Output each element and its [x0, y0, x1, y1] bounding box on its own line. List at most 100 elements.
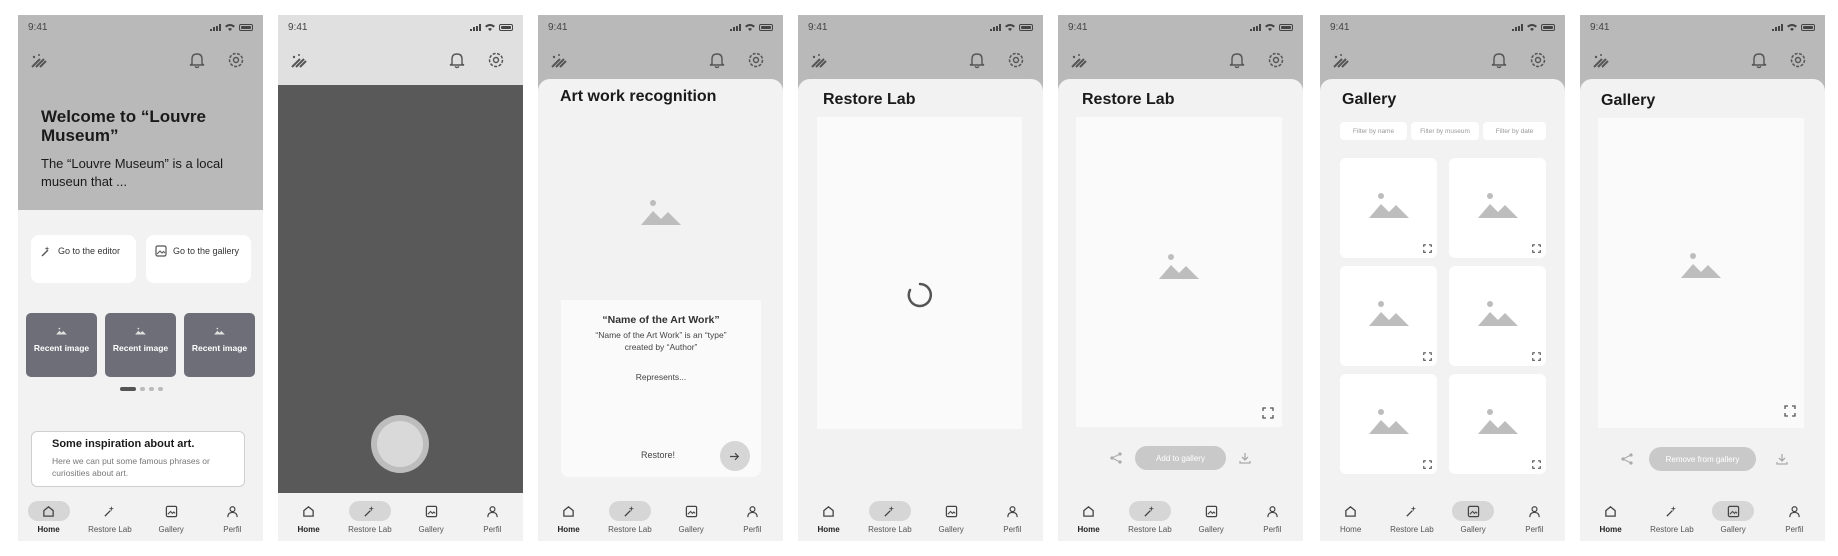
remove-from-gallery-button[interactable]: Remove from gallery [1649, 447, 1756, 471]
gear-icon[interactable] [1007, 51, 1025, 69]
nav-home[interactable]: Home [1582, 493, 1640, 541]
share-icon[interactable] [1621, 453, 1633, 465]
bell-icon[interactable] [1229, 51, 1245, 69]
bell-icon[interactable] [1491, 51, 1507, 69]
nav-home[interactable]: Home [540, 493, 598, 541]
gear-icon[interactable] [227, 51, 245, 69]
gallery-item[interactable] [1340, 266, 1437, 366]
status-bar: 9:41 [278, 15, 523, 39]
nav-profile[interactable]: Perfil [463, 493, 521, 541]
gallery-icon [150, 501, 192, 521]
expand-icon[interactable] [1423, 460, 1432, 469]
restore-label[interactable]: Restore! [641, 450, 675, 460]
nav-home[interactable]: Home [1060, 493, 1118, 541]
expand-icon[interactable] [1532, 244, 1541, 253]
nav-restore[interactable]: Restore Lab [601, 493, 659, 541]
nav-home[interactable]: Home [280, 493, 338, 541]
nav-gallery[interactable]: Gallery [922, 493, 980, 541]
nav-restore[interactable]: Restore Lab [1383, 493, 1441, 541]
expand-icon[interactable] [1262, 407, 1274, 419]
gallery-item[interactable] [1449, 158, 1546, 258]
carousel-dot[interactable] [140, 387, 145, 391]
bell-icon[interactable] [1751, 51, 1767, 69]
magic-wand-logo-icon[interactable] [1070, 53, 1088, 69]
nav-restore[interactable]: Restore Lab [1121, 493, 1179, 541]
gallery-item[interactable] [1340, 158, 1437, 258]
gear-icon[interactable] [1789, 51, 1807, 69]
magic-wand-logo-icon[interactable] [30, 53, 48, 69]
nav-restore[interactable]: Restore Lab [1643, 493, 1701, 541]
nav-gallery-label: Gallery [1460, 525, 1486, 534]
recent-image-card[interactable]: Recent image [184, 313, 255, 377]
add-to-gallery-button[interactable]: Add to gallery [1135, 446, 1226, 470]
nav-profile[interactable]: Perfil [1505, 493, 1563, 541]
nav-restore[interactable]: Restore Lab [81, 493, 139, 541]
nav-home[interactable]: Home [20, 493, 78, 541]
magic-wand-logo-icon[interactable] [550, 53, 568, 69]
gear-icon[interactable] [1267, 51, 1285, 69]
image-placeholder-icon [1369, 301, 1409, 326]
filter-by-museum[interactable]: Filter by museum [1411, 122, 1479, 140]
expand-icon[interactable] [1423, 352, 1432, 361]
nav-gallery[interactable]: Gallery [1182, 493, 1240, 541]
gallery-icon [930, 501, 972, 521]
gear-icon[interactable] [747, 51, 765, 69]
nav-gallery[interactable]: Gallery [1704, 493, 1762, 541]
expand-icon[interactable] [1532, 460, 1541, 469]
nav-gallery[interactable]: Gallery [662, 493, 720, 541]
magic-wand-logo-icon[interactable] [810, 53, 828, 69]
magic-wand-logo-icon[interactable] [1332, 53, 1350, 69]
page-title: Restore Lab [823, 91, 916, 108]
bell-icon[interactable] [709, 51, 725, 69]
gear-icon[interactable] [487, 51, 505, 69]
restore-arrow-button[interactable] [720, 441, 750, 471]
nav-restore[interactable]: Restore Lab [341, 493, 399, 541]
filter-by-date[interactable]: Filter by date [1483, 122, 1546, 140]
bottom-nav: Home Restore Lab Gallery Perfil [278, 493, 523, 541]
nav-profile[interactable]: Perfil [1765, 493, 1823, 541]
nav-gallery[interactable]: Gallery [402, 493, 460, 541]
status-icons [1250, 23, 1293, 31]
go-to-editor-button[interactable]: Go to the editor [31, 235, 136, 283]
download-icon[interactable] [1239, 452, 1251, 464]
expand-icon[interactable] [1784, 405, 1796, 417]
carousel-dot[interactable] [120, 387, 136, 391]
gallery-item[interactable] [1449, 266, 1546, 366]
go-to-gallery-button[interactable]: Go to the gallery [146, 235, 251, 283]
gear-icon[interactable] [1529, 51, 1547, 69]
nav-gallery[interactable]: Gallery [142, 493, 200, 541]
magic-wand-icon [41, 246, 50, 257]
nav-restore[interactable]: Restore Lab [861, 493, 919, 541]
bell-icon[interactable] [969, 51, 985, 69]
nav-home[interactable]: Home [1322, 493, 1380, 541]
recent-image-card[interactable]: Recent image [105, 313, 176, 377]
recent-image-card[interactable]: Recent image [26, 313, 97, 377]
gallery-icon [410, 501, 452, 521]
image-placeholder-icon [641, 200, 681, 225]
nav-profile[interactable]: Perfil [983, 493, 1041, 541]
nav-restore-label: Restore Lab [608, 525, 652, 534]
nav-profile[interactable]: Perfil [1243, 493, 1301, 541]
bell-icon[interactable] [449, 51, 465, 69]
shutter-button[interactable] [371, 415, 429, 473]
nav-home-label: Home [1339, 525, 1362, 534]
gallery-item[interactable] [1449, 374, 1546, 474]
gallery-item[interactable] [1340, 374, 1437, 474]
nav-profile[interactable]: Perfil [723, 493, 781, 541]
battery-icon [1019, 23, 1033, 31]
magic-wand-logo-icon[interactable] [1592, 53, 1610, 69]
filter-by-name[interactable]: Filter by name [1340, 122, 1407, 140]
carousel-dot[interactable] [158, 387, 163, 391]
nav-gallery[interactable]: Gallery [1444, 493, 1502, 541]
inspiration-title: Some inspiration about art. [52, 438, 195, 450]
nav-profile[interactable]: Perfil [203, 493, 261, 541]
bell-icon[interactable] [189, 51, 205, 69]
magic-wand-logo-icon[interactable] [290, 53, 308, 69]
expand-icon[interactable] [1423, 244, 1432, 253]
nav-home[interactable]: Home [800, 493, 858, 541]
expand-icon[interactable] [1532, 352, 1541, 361]
carousel-dot[interactable] [149, 387, 154, 391]
home-icon [288, 501, 330, 521]
download-icon[interactable] [1776, 453, 1788, 465]
share-icon[interactable] [1110, 452, 1122, 464]
